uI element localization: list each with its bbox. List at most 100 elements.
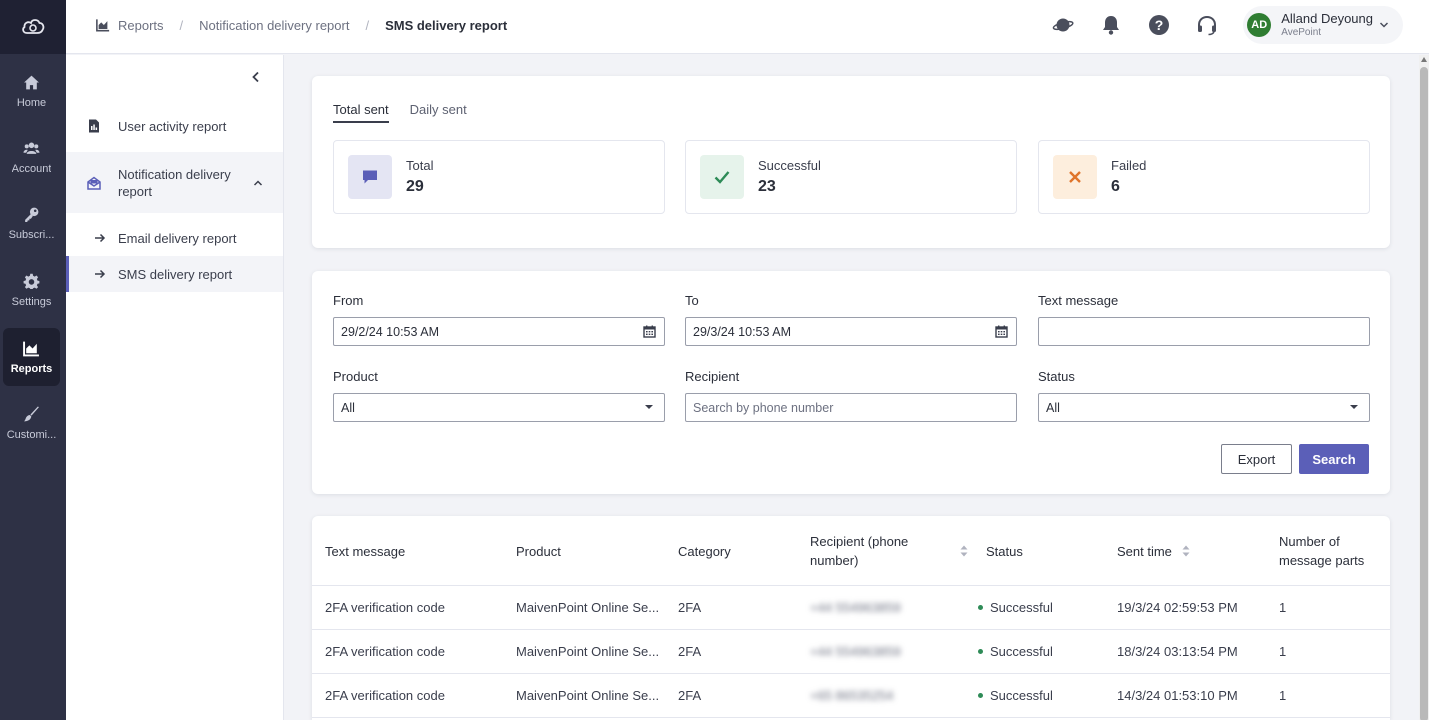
tab-total-sent[interactable]: Total sent [333,102,389,123]
collapse-sidebar-button[interactable] [246,67,266,87]
status-select-value: All [1046,400,1060,415]
report-doc-icon [89,119,99,133]
stat-value: 23 [758,178,776,195]
app-logo[interactable] [0,0,66,54]
breadcrumb-notification-delivery[interactable]: Notification delivery report [199,18,349,33]
product-select[interactable]: All [333,393,665,422]
recipient-field[interactable] [685,393,1017,422]
text-message-label: Text message [1038,293,1119,308]
chevron-left-icon [252,71,259,83]
breadcrumb-reports[interactable]: Reports [118,18,164,33]
chat-icon [363,170,377,184]
close-icon [1069,171,1081,183]
table-row[interactable]: 2FA verification code MaivenPoint Online… [312,630,1390,674]
to-date-field[interactable]: 29/3/24 10:53 AM [685,317,1017,346]
column-header-sent-time[interactable]: Sent time [1117,516,1190,586]
to-date-value: 29/3/24 10:53 AM [693,324,791,339]
scroll-up-arrow-icon[interactable] [1421,57,1427,62]
cell-sent-time: 19/3/24 02:59:53 PM [1117,600,1238,615]
sidebar-item-notification-delivery[interactable]: Notification delivery report [66,152,283,213]
cell-recipient: +44 554963859 [810,600,901,615]
help-button[interactable]: ? [1147,13,1171,37]
recipient-input[interactable] [693,394,1016,421]
sidebar-item-label: User activity report [118,118,227,134]
column-header-product: Product [516,543,561,559]
column-header-label: Sent time [1117,543,1172,559]
text-message-input[interactable] [1046,318,1369,345]
status-text: Successful [990,688,1053,703]
breadcrumb-separator: / [179,17,184,33]
from-date-value: 29/2/24 10:53 AM [341,324,439,339]
column-header-recipient[interactable]: Recipient (phone number) [810,516,980,586]
product-label: Product [333,369,378,384]
cell-message-parts: 1 [1279,644,1287,659]
calendar-icon[interactable] [642,324,656,338]
status-select[interactable]: All [1038,393,1370,422]
stat-value: 29 [406,178,424,195]
cell-recipient: +44 554963859 [810,644,901,659]
export-button[interactable]: Export [1221,444,1292,474]
text-message-field[interactable] [1038,317,1370,346]
user-org: AvePoint [1281,27,1322,38]
chart-icon [23,341,39,356]
from-date-field[interactable]: 29/2/24 10:53 AM [333,317,665,346]
planet-button[interactable] [1051,13,1075,37]
stat-icon-box [700,155,744,199]
page-scrollbar[interactable] [1419,55,1429,720]
rail-item-account[interactable]: Account [3,128,60,186]
rail-item-label: Subscri... [8,228,55,241]
cell-text-message: 2FA verification code [325,644,445,659]
notifications-button[interactable] [1099,13,1123,37]
check-icon [714,171,730,184]
from-label: From [333,293,364,308]
cell-status: Successful [978,674,1053,717]
users-icon [23,142,40,154]
user-name: Alland Deyoung [1281,11,1373,26]
user-menu[interactable]: AD Alland Deyoung AvePoint [1243,6,1403,44]
sidebar-item-email-delivery[interactable]: Email delivery report [66,223,283,253]
rail-item-label: Customi... [6,428,57,441]
rail-item-home[interactable]: Home [3,62,60,120]
sidebar-item-label: SMS delivery report [118,266,233,282]
calendar-icon[interactable] [994,324,1008,338]
mail-open-icon [87,176,101,190]
rail-item-subscriptions[interactable]: Subscri... [3,194,60,252]
cell-text-message: 2FA verification code [325,688,445,703]
search-button[interactable]: Search [1299,444,1369,474]
support-button[interactable] [1195,13,1219,37]
cell-status: Successful [978,586,1053,629]
rail-item-customization[interactable]: Customi... [3,394,60,452]
bell-icon [1103,16,1120,35]
filter-card: From 29/2/24 10:53 AM To 29/3/24 10:53 A… [312,271,1390,494]
to-label: To [685,293,699,308]
arrow-right-icon [95,269,106,279]
home-icon [24,75,39,89]
cell-sent-time: 18/3/24 03:13:54 PM [1117,644,1238,659]
table-row[interactable]: 2FA verification code MaivenPoint Online… [312,586,1390,630]
chevron-up-icon [253,179,263,186]
brush-icon [24,406,39,421]
column-header-label: Recipient (phone number) [810,534,909,568]
scrollbar-thumb[interactable] [1420,67,1428,720]
column-header-status: Status [986,543,1023,559]
rail-item-settings[interactable]: Settings [3,261,60,319]
cell-text-message: 2FA verification code [325,600,445,615]
table-row[interactable]: 2FA verification code MaivenPoint Online… [312,674,1390,718]
cell-product: MaivenPoint Online Se... [516,688,660,703]
header-actions: ? AD Alland Deyoung AvePoint [1051,0,1403,50]
recipient-label: Recipient [685,369,740,384]
tab-daily-sent[interactable]: Daily sent [410,102,467,123]
sidebar-item-label: Email delivery report [118,230,237,246]
gear-icon [23,273,40,289]
stat-value: 6 [1111,178,1120,195]
status-label: Status [1038,369,1075,384]
table-header: Text message Product Category Recipient … [312,516,1390,586]
rail-item-reports[interactable]: Reports [3,328,60,386]
column-header-category: Category [678,543,731,559]
sidebar-item-user-activity[interactable]: User activity report [66,111,283,141]
rail-item-label: Settings [11,295,52,308]
cell-product: MaivenPoint Online Se... [516,600,660,615]
sidebar-item-sms-delivery[interactable]: SMS delivery report [66,256,283,292]
status-text: Successful [990,600,1053,615]
cell-recipient: +65 86535254 [810,688,894,703]
